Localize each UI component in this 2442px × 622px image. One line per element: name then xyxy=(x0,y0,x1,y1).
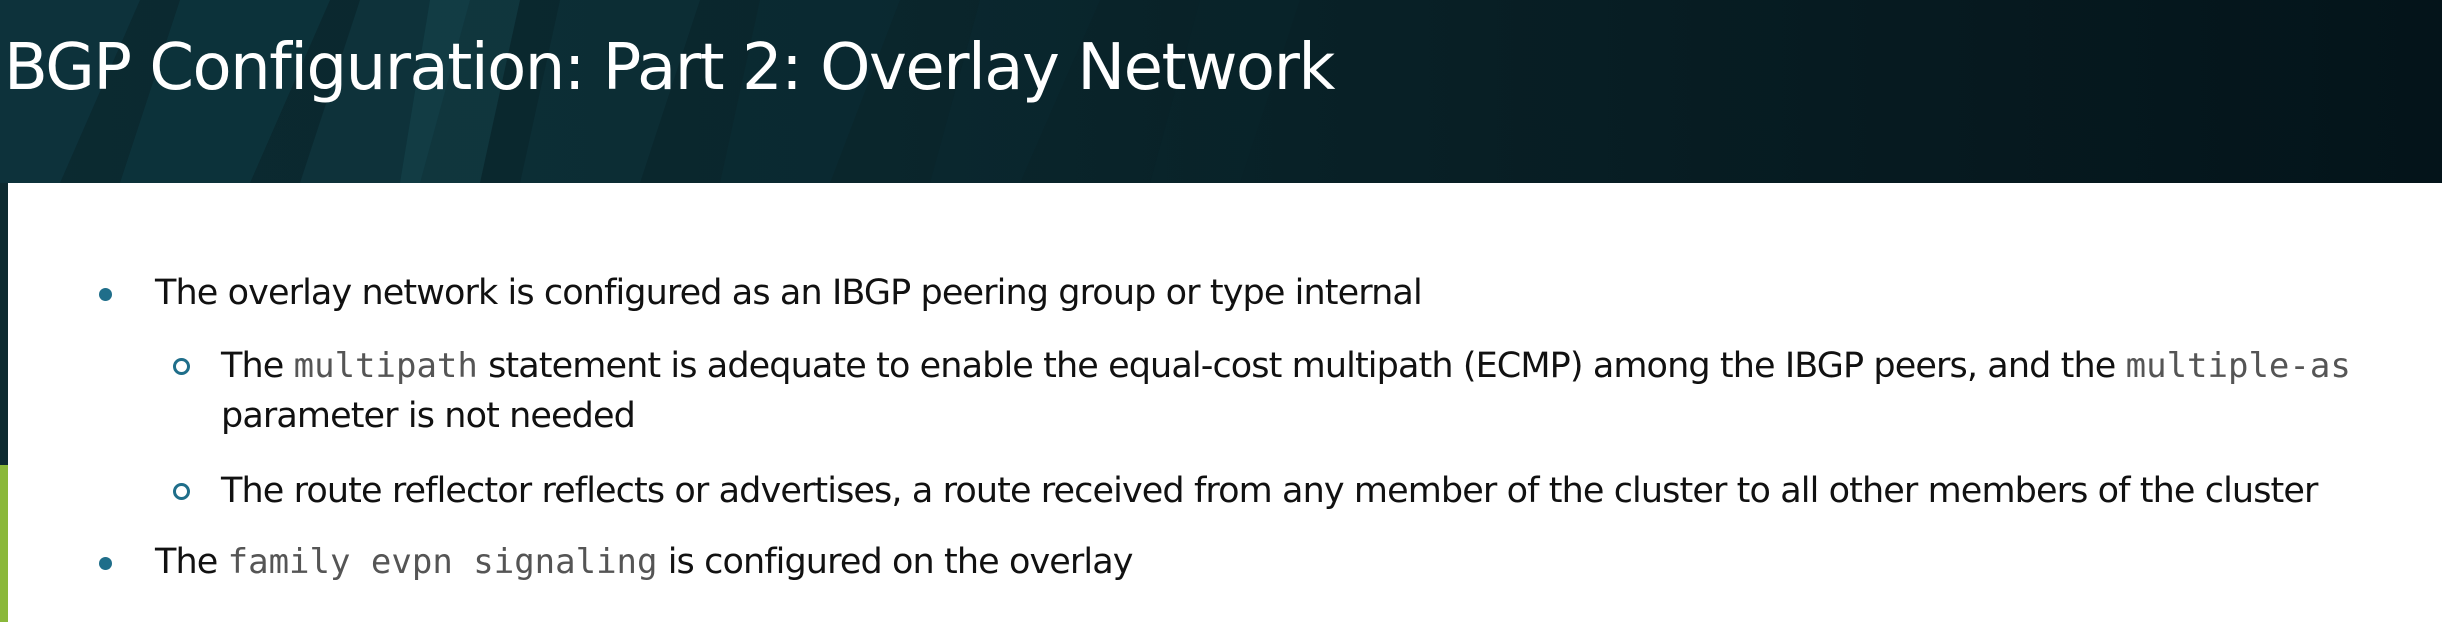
slide-content: The overlay network is configured as an … xyxy=(0,183,2442,622)
code-multiple-as: multiple-as xyxy=(2125,346,2351,386)
bullet-text: The route reflector reflects or advertis… xyxy=(221,471,2318,511)
code-family-evpn-signaling: family evpn signaling xyxy=(227,542,658,582)
slide: BGP Configuration: Part 2: Overlay Netwo… xyxy=(0,0,2442,622)
slide-title: BGP Configuration: Part 2: Overlay Netwo… xyxy=(4,31,1335,105)
code-multipath: multipath xyxy=(293,346,478,386)
subbullet-multipath: The multipath statement is adequate to e… xyxy=(173,341,2426,441)
subbullet-route-reflector: The route reflector reflects or advertis… xyxy=(173,466,2426,516)
bullet-text-mid: statement is adequate to enable the equa… xyxy=(477,346,2126,386)
bullet-dot-icon xyxy=(99,288,112,301)
bullet-overlay-ibgp: The overlay network is configured as an … xyxy=(99,268,2415,318)
bullet-text-post: parameter is not needed xyxy=(221,396,636,436)
subbullet-ring-icon xyxy=(173,483,190,500)
bullet-family-evpn: The family evpn signaling is configured … xyxy=(99,537,2415,587)
bullet-text: The overlay network is configured as an … xyxy=(155,273,1423,313)
bullet-text-post: is configured on the overlay xyxy=(657,542,1134,582)
title-bar: BGP Configuration: Part 2: Overlay Netwo… xyxy=(0,0,2442,183)
bullet-dot-icon xyxy=(99,557,112,570)
bullet-text-pre: The xyxy=(155,542,228,582)
subbullet-ring-icon xyxy=(173,358,190,375)
bullet-text-pre: The xyxy=(221,346,294,386)
